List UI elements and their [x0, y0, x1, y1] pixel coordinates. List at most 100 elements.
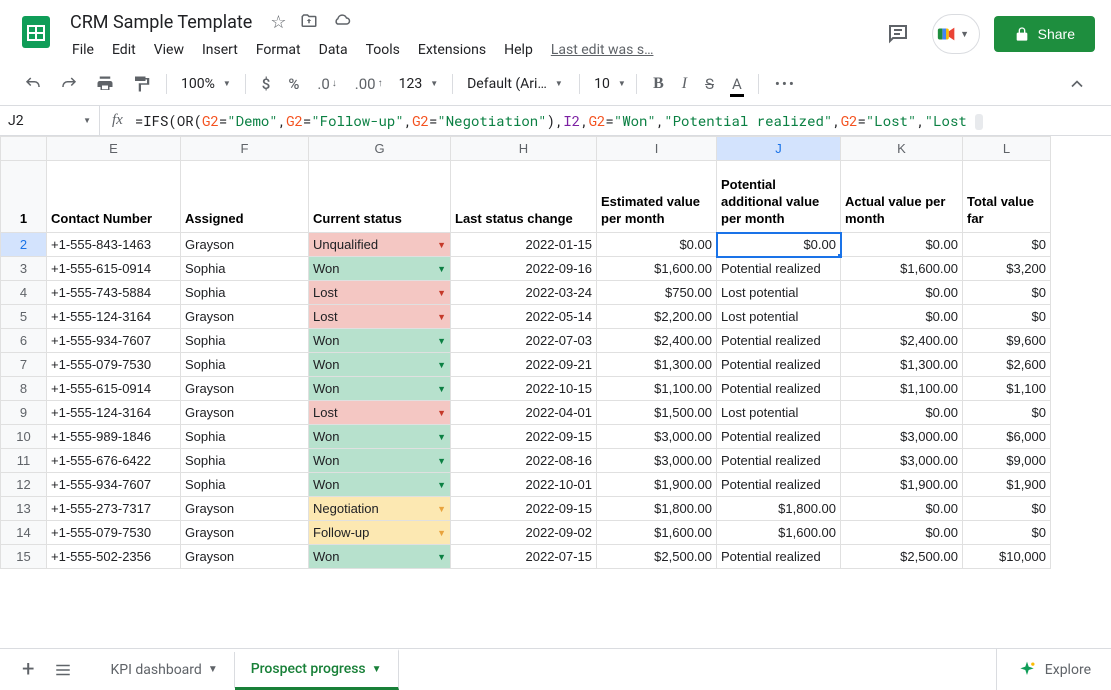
sheet-tab-prospect-progress[interactable]: Prospect progress▼ [235, 649, 399, 690]
cell[interactable]: $2,200.00 [597, 305, 717, 329]
cell[interactable]: $1,600.00 [841, 257, 963, 281]
cell[interactable]: Potential realized [717, 449, 841, 473]
percent-button[interactable]: % [280, 69, 307, 99]
dropdown-arrow-icon[interactable]: ▼ [437, 312, 446, 322]
column-header[interactable]: J [717, 137, 841, 161]
cell[interactable]: Grayson [181, 305, 309, 329]
cell[interactable]: 2022-03-24 [451, 281, 597, 305]
menu-file[interactable]: File [64, 38, 102, 62]
cell[interactable]: 2022-05-14 [451, 305, 597, 329]
last-edit-link[interactable]: Last edit was s… [543, 38, 662, 62]
cell[interactable]: $1,800.00 [597, 497, 717, 521]
formula-input[interactable]: =IFS(OR(G2="Demo",G2="Follow-up",G2="Neg… [135, 111, 1111, 130]
row-header[interactable]: 3 [1, 257, 47, 281]
dropdown-arrow-icon[interactable]: ▼ [437, 504, 446, 514]
menu-extensions[interactable]: Extensions [410, 38, 494, 62]
cell[interactable]: +1-555-934-7607 [47, 473, 181, 497]
header-cell[interactable]: Current status [309, 161, 451, 233]
dropdown-arrow-icon[interactable]: ▼ [437, 288, 446, 298]
cell[interactable]: 2022-01-15 [451, 233, 597, 257]
cell[interactable]: Unqualified▼ [309, 233, 451, 257]
cell[interactable]: $1,900.00 [841, 473, 963, 497]
document-title[interactable]: CRM Sample Template [64, 10, 258, 35]
row-header[interactable]: 10 [1, 425, 47, 449]
cell[interactable]: +1-555-079-7530 [47, 521, 181, 545]
cell[interactable]: $3,000.00 [841, 449, 963, 473]
all-sheets-button[interactable] [48, 655, 78, 685]
cell[interactable]: $3,000.00 [597, 449, 717, 473]
cell[interactable]: $0 [963, 497, 1051, 521]
cell[interactable]: $0.00 [597, 233, 717, 257]
cell[interactable]: Lost▼ [309, 401, 451, 425]
cell[interactable]: Sophia [181, 329, 309, 353]
header-cell[interactable]: Assigned [181, 161, 309, 233]
cell[interactable]: Potential realized [717, 425, 841, 449]
cell[interactable]: $0.00 [841, 521, 963, 545]
cell[interactable]: Potential realized [717, 545, 841, 569]
cell[interactable]: $0.00 [841, 305, 963, 329]
cell[interactable]: $1,300.00 [597, 353, 717, 377]
cell[interactable]: Potential realized [717, 377, 841, 401]
select-all-corner[interactable] [1, 137, 47, 161]
cell[interactable]: Grayson [181, 545, 309, 569]
name-box[interactable]: J2▼ [0, 106, 100, 135]
cell[interactable]: $1,600.00 [597, 521, 717, 545]
column-header[interactable]: G [309, 137, 451, 161]
cell[interactable]: $750.00 [597, 281, 717, 305]
cell[interactable]: $0.00 [717, 233, 841, 257]
row-header[interactable]: 13 [1, 497, 47, 521]
cell[interactable]: Sophia [181, 257, 309, 281]
cell[interactable]: +1-555-843-1463 [47, 233, 181, 257]
cell[interactable]: $1,800.00 [717, 497, 841, 521]
cell[interactable]: +1-555-615-0914 [47, 257, 181, 281]
cell[interactable]: 2022-10-15 [451, 377, 597, 401]
dropdown-arrow-icon[interactable]: ▼ [437, 528, 446, 538]
sheets-logo[interactable] [16, 12, 56, 52]
cell[interactable]: Grayson [181, 401, 309, 425]
cell[interactable]: +1-555-079-7530 [47, 353, 181, 377]
add-sheet-button[interactable]: + [16, 651, 40, 688]
row-header[interactable]: 8 [1, 377, 47, 401]
cell[interactable]: Lost▼ [309, 305, 451, 329]
sheet-tab-kpi-dashboard[interactable]: KPI dashboard▼ [94, 652, 234, 688]
dropdown-arrow-icon[interactable]: ▼ [437, 408, 446, 418]
italic-button[interactable]: I [674, 69, 695, 99]
decrease-decimal-button[interactable]: .0↓ [309, 69, 344, 99]
row-header[interactable]: 1 [1, 161, 47, 233]
cell[interactable]: $1,100.00 [597, 377, 717, 401]
cell[interactable]: $1,500.00 [597, 401, 717, 425]
cell[interactable]: Potential realized [717, 257, 841, 281]
zoom-select[interactable]: 100% [175, 72, 237, 96]
strikethrough-button[interactable]: S [697, 69, 722, 99]
cell[interactable]: Grayson [181, 233, 309, 257]
currency-button[interactable]: $ [254, 69, 279, 99]
bold-button[interactable]: B [645, 69, 672, 99]
cell[interactable]: +1-555-273-7317 [47, 497, 181, 521]
header-cell[interactable]: Total value far [963, 161, 1051, 233]
cell[interactable]: 2022-09-21 [451, 353, 597, 377]
cell[interactable]: $3,000.00 [597, 425, 717, 449]
collapse-toolbar-button[interactable] [1059, 68, 1095, 100]
cell[interactable]: Lost potential [717, 281, 841, 305]
cell[interactable]: 2022-09-15 [451, 425, 597, 449]
column-header[interactable]: H [451, 137, 597, 161]
redo-button[interactable] [52, 69, 86, 99]
cell[interactable]: $2,500.00 [597, 545, 717, 569]
star-icon[interactable]: ☆ [270, 12, 286, 33]
row-header[interactable]: 5 [1, 305, 47, 329]
menu-edit[interactable]: Edit [104, 38, 144, 62]
cell[interactable]: Grayson [181, 377, 309, 401]
cell[interactable]: $0 [963, 305, 1051, 329]
cell[interactable]: 2022-10-01 [451, 473, 597, 497]
column-header[interactable]: F [181, 137, 309, 161]
cell[interactable]: $1,600.00 [717, 521, 841, 545]
dropdown-arrow-icon[interactable]: ▼ [437, 456, 446, 466]
row-header[interactable]: 11 [1, 449, 47, 473]
print-button[interactable] [88, 69, 122, 99]
dropdown-arrow-icon[interactable]: ▼ [437, 432, 446, 442]
meet-button[interactable]: ▼ [932, 14, 980, 54]
cell[interactable]: Won▼ [309, 545, 451, 569]
cell[interactable]: $1,300.00 [841, 353, 963, 377]
row-header[interactable]: 2 [1, 233, 47, 257]
menu-view[interactable]: View [146, 38, 192, 62]
